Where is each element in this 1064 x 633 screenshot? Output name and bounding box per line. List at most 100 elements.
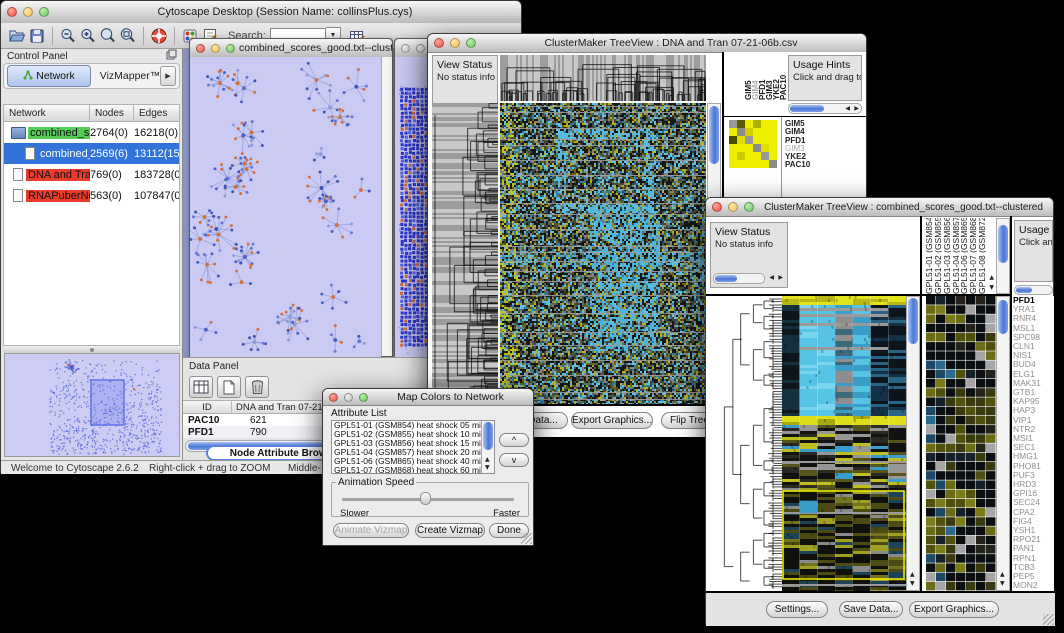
network-canvas[interactable] — [190, 57, 381, 357]
scrollbar-thumb[interactable] — [1016, 287, 1032, 293]
minimize-icon[interactable] — [728, 202, 738, 212]
treeview2-column-dendrogram-area[interactable] — [790, 218, 920, 294]
scroll-up-icon[interactable]: ▲ — [910, 572, 915, 578]
tab-network[interactable]: Network — [7, 65, 91, 87]
zoom-in-icon[interactable] — [78, 26, 98, 46]
save-icon[interactable] — [27, 26, 47, 46]
scroll-left-icon[interactable]: ◀ — [845, 106, 850, 112]
zoom-fit-icon[interactable] — [118, 26, 138, 46]
column-label[interactable]: PAC10 — [779, 54, 786, 100]
treeview1-heatmap[interactable] — [500, 103, 706, 405]
resize-grip[interactable] — [1043, 614, 1054, 625]
dialog-titlebar[interactable]: Map Colors to Network — [323, 389, 533, 406]
network-view-scrollbar[interactable] — [381, 57, 392, 356]
treeview1-column-dendrogram[interactable] — [500, 55, 706, 101]
scroll-right-icon[interactable]: ▶ — [778, 275, 783, 281]
network-list-row[interactable]: combined_sco 2569(6) 13112(15) — [4, 143, 179, 164]
view-status-scrollbar[interactable] — [713, 273, 765, 284]
column-label[interactable]: YKE2 — [772, 54, 779, 100]
column-label[interactable]: PFD1 — [758, 54, 765, 100]
gene-label[interactable]: MON2 — [1013, 581, 1054, 590]
minimize-icon[interactable] — [23, 7, 33, 17]
column-label[interactable]: GPL51-07 (GSM868) — [968, 218, 977, 294]
treeview2-vscrollbar[interactable]: ▲ ▼ — [906, 296, 920, 591]
tab-vizmapper[interactable]: VizMapper™ — [95, 66, 165, 86]
zoom-selected-icon[interactable] — [98, 26, 118, 46]
scroll-down-icon[interactable]: ▼ — [989, 285, 994, 291]
treeview1-titlebar[interactable]: ClusterMaker TreeView : DNA and Tran 07-… — [428, 34, 866, 53]
zoom-window-icon[interactable] — [744, 202, 754, 212]
column-label[interactable]: GIM4 — [751, 54, 758, 100]
close-icon[interactable] — [7, 7, 17, 17]
treeview1-hscrollbar[interactable]: ◀ ▶ — [788, 103, 862, 114]
attribute-list-scrollbar[interactable]: ▲ ▼ — [481, 421, 494, 473]
column-label[interactable]: GPL51-08 (GSM872) — [977, 218, 986, 294]
column-label[interactable]: GIM3 — [765, 54, 772, 100]
zoom-window-icon[interactable] — [359, 393, 368, 402]
column-label[interactable]: GIM5 — [744, 54, 751, 100]
zoom-window-icon[interactable] — [466, 38, 476, 48]
delete-attribute-icon[interactable] — [245, 376, 269, 398]
column-header-edges[interactable]: Edges — [134, 105, 179, 121]
data-column-id[interactable]: ID — [183, 401, 232, 413]
gene-label[interactable]: PAC10 — [785, 161, 863, 169]
usage-hints-scrollbar[interactable] — [1014, 285, 1053, 295]
move-up-button[interactable]: ^ — [499, 433, 529, 447]
zoom-window-icon[interactable] — [226, 44, 235, 53]
treeview2-titlebar[interactable]: ClusterMaker TreeView : combined_scores_… — [706, 198, 1053, 217]
scroll-down-icon[interactable]: ▼ — [1000, 581, 1005, 587]
network-list-row[interactable]: RNAPuberNov2+! 563(0) 107847(0) — [4, 185, 179, 206]
scroll-down-icon[interactable]: ▼ — [910, 581, 915, 587]
minimize-icon[interactable] — [416, 44, 425, 53]
open-folder-icon[interactable] — [7, 26, 27, 46]
export-graphics-button[interactable]: Export Graphics... — [909, 601, 999, 618]
treeview2-zoom-vscrollbar[interactable]: ▲ ▼ — [996, 296, 1010, 591]
minimize-icon[interactable] — [211, 44, 220, 53]
column-header-network[interactable]: Network — [4, 105, 90, 121]
export-graphics-button[interactable]: Export Graphics... — [571, 412, 653, 429]
animate-vizmap-button[interactable]: Animate Vizmap — [333, 523, 409, 538]
scroll-up-icon[interactable]: ▲ — [1000, 572, 1005, 578]
scrollbar-thumb[interactable] — [790, 105, 824, 112]
zoom-out-icon[interactable] — [58, 26, 78, 46]
treeview2-zoom-heatmap[interactable] — [926, 296, 996, 591]
zoom-window-icon[interactable] — [39, 7, 49, 17]
main-titlebar[interactable]: Cytoscape Desktop (Session Name: collins… — [1, 1, 521, 24]
scroll-up-icon[interactable]: ▲ — [485, 457, 490, 463]
resize-grip[interactable] — [521, 533, 532, 544]
treeview1-selection-matrix[interactable] — [729, 120, 777, 168]
network-view-titlebar[interactable]: combined_scores_good.txt--cluste... — [190, 39, 392, 58]
scroll-left-icon[interactable]: ◀ — [769, 275, 774, 281]
minimize-icon[interactable] — [450, 38, 460, 48]
column-label[interactable]: GPL51-03 (GSM856) — [942, 218, 951, 294]
scrollbar-thumb[interactable] — [998, 225, 1008, 263]
treeview1-row-dendrogram[interactable] — [432, 103, 498, 405]
network-list-row[interactable]: DNA and Tran 07 769(0) 183728(0) — [4, 164, 179, 185]
treeview2-labels-scrollbar[interactable] — [996, 218, 1010, 294]
column-header-nodes[interactable]: Nodes — [90, 105, 134, 121]
minimize-icon[interactable] — [344, 393, 353, 402]
column-label[interactable]: GPL51-02 (GSM855) — [933, 218, 942, 294]
attribute-select-icon[interactable] — [189, 376, 213, 398]
attribute-list-item[interactable]: GPL51-07 (GSM868) heat shock 60 min — [332, 466, 494, 474]
close-icon[interactable] — [329, 393, 338, 402]
new-attribute-icon[interactable] — [217, 376, 241, 398]
scroll-down-icon[interactable]: ▼ — [485, 465, 490, 471]
network-overview-canvas[interactable] — [5, 354, 179, 456]
tab-overflow-button[interactable]: ▶ — [160, 66, 176, 86]
save-data-button[interactable]: Save Data... — [839, 601, 903, 618]
scrollbar-thumb[interactable] — [709, 106, 719, 164]
network-list-row[interactable]: combined_scores 2764(0) 16218(0) — [4, 122, 179, 143]
close-icon[interactable] — [712, 202, 722, 212]
column-label[interactable]: GPL51-06 (GSM865) — [959, 218, 968, 294]
slider-thumb[interactable] — [420, 492, 431, 505]
help-lifering-icon[interactable] — [149, 26, 169, 46]
create-vizmap-button[interactable]: Create Vizmap — [415, 523, 485, 538]
close-icon[interactable] — [434, 38, 444, 48]
column-label[interactable]: GPL51-01 (GSM854) — [924, 218, 933, 294]
scroll-up-icon[interactable]: ▲ — [989, 275, 994, 281]
treeview2-row-dendrogram[interactable] — [710, 296, 782, 591]
scrollbar-thumb[interactable] — [998, 300, 1008, 334]
scrollbar-thumb[interactable] — [483, 422, 493, 450]
scrollbar-thumb[interactable] — [908, 298, 918, 344]
